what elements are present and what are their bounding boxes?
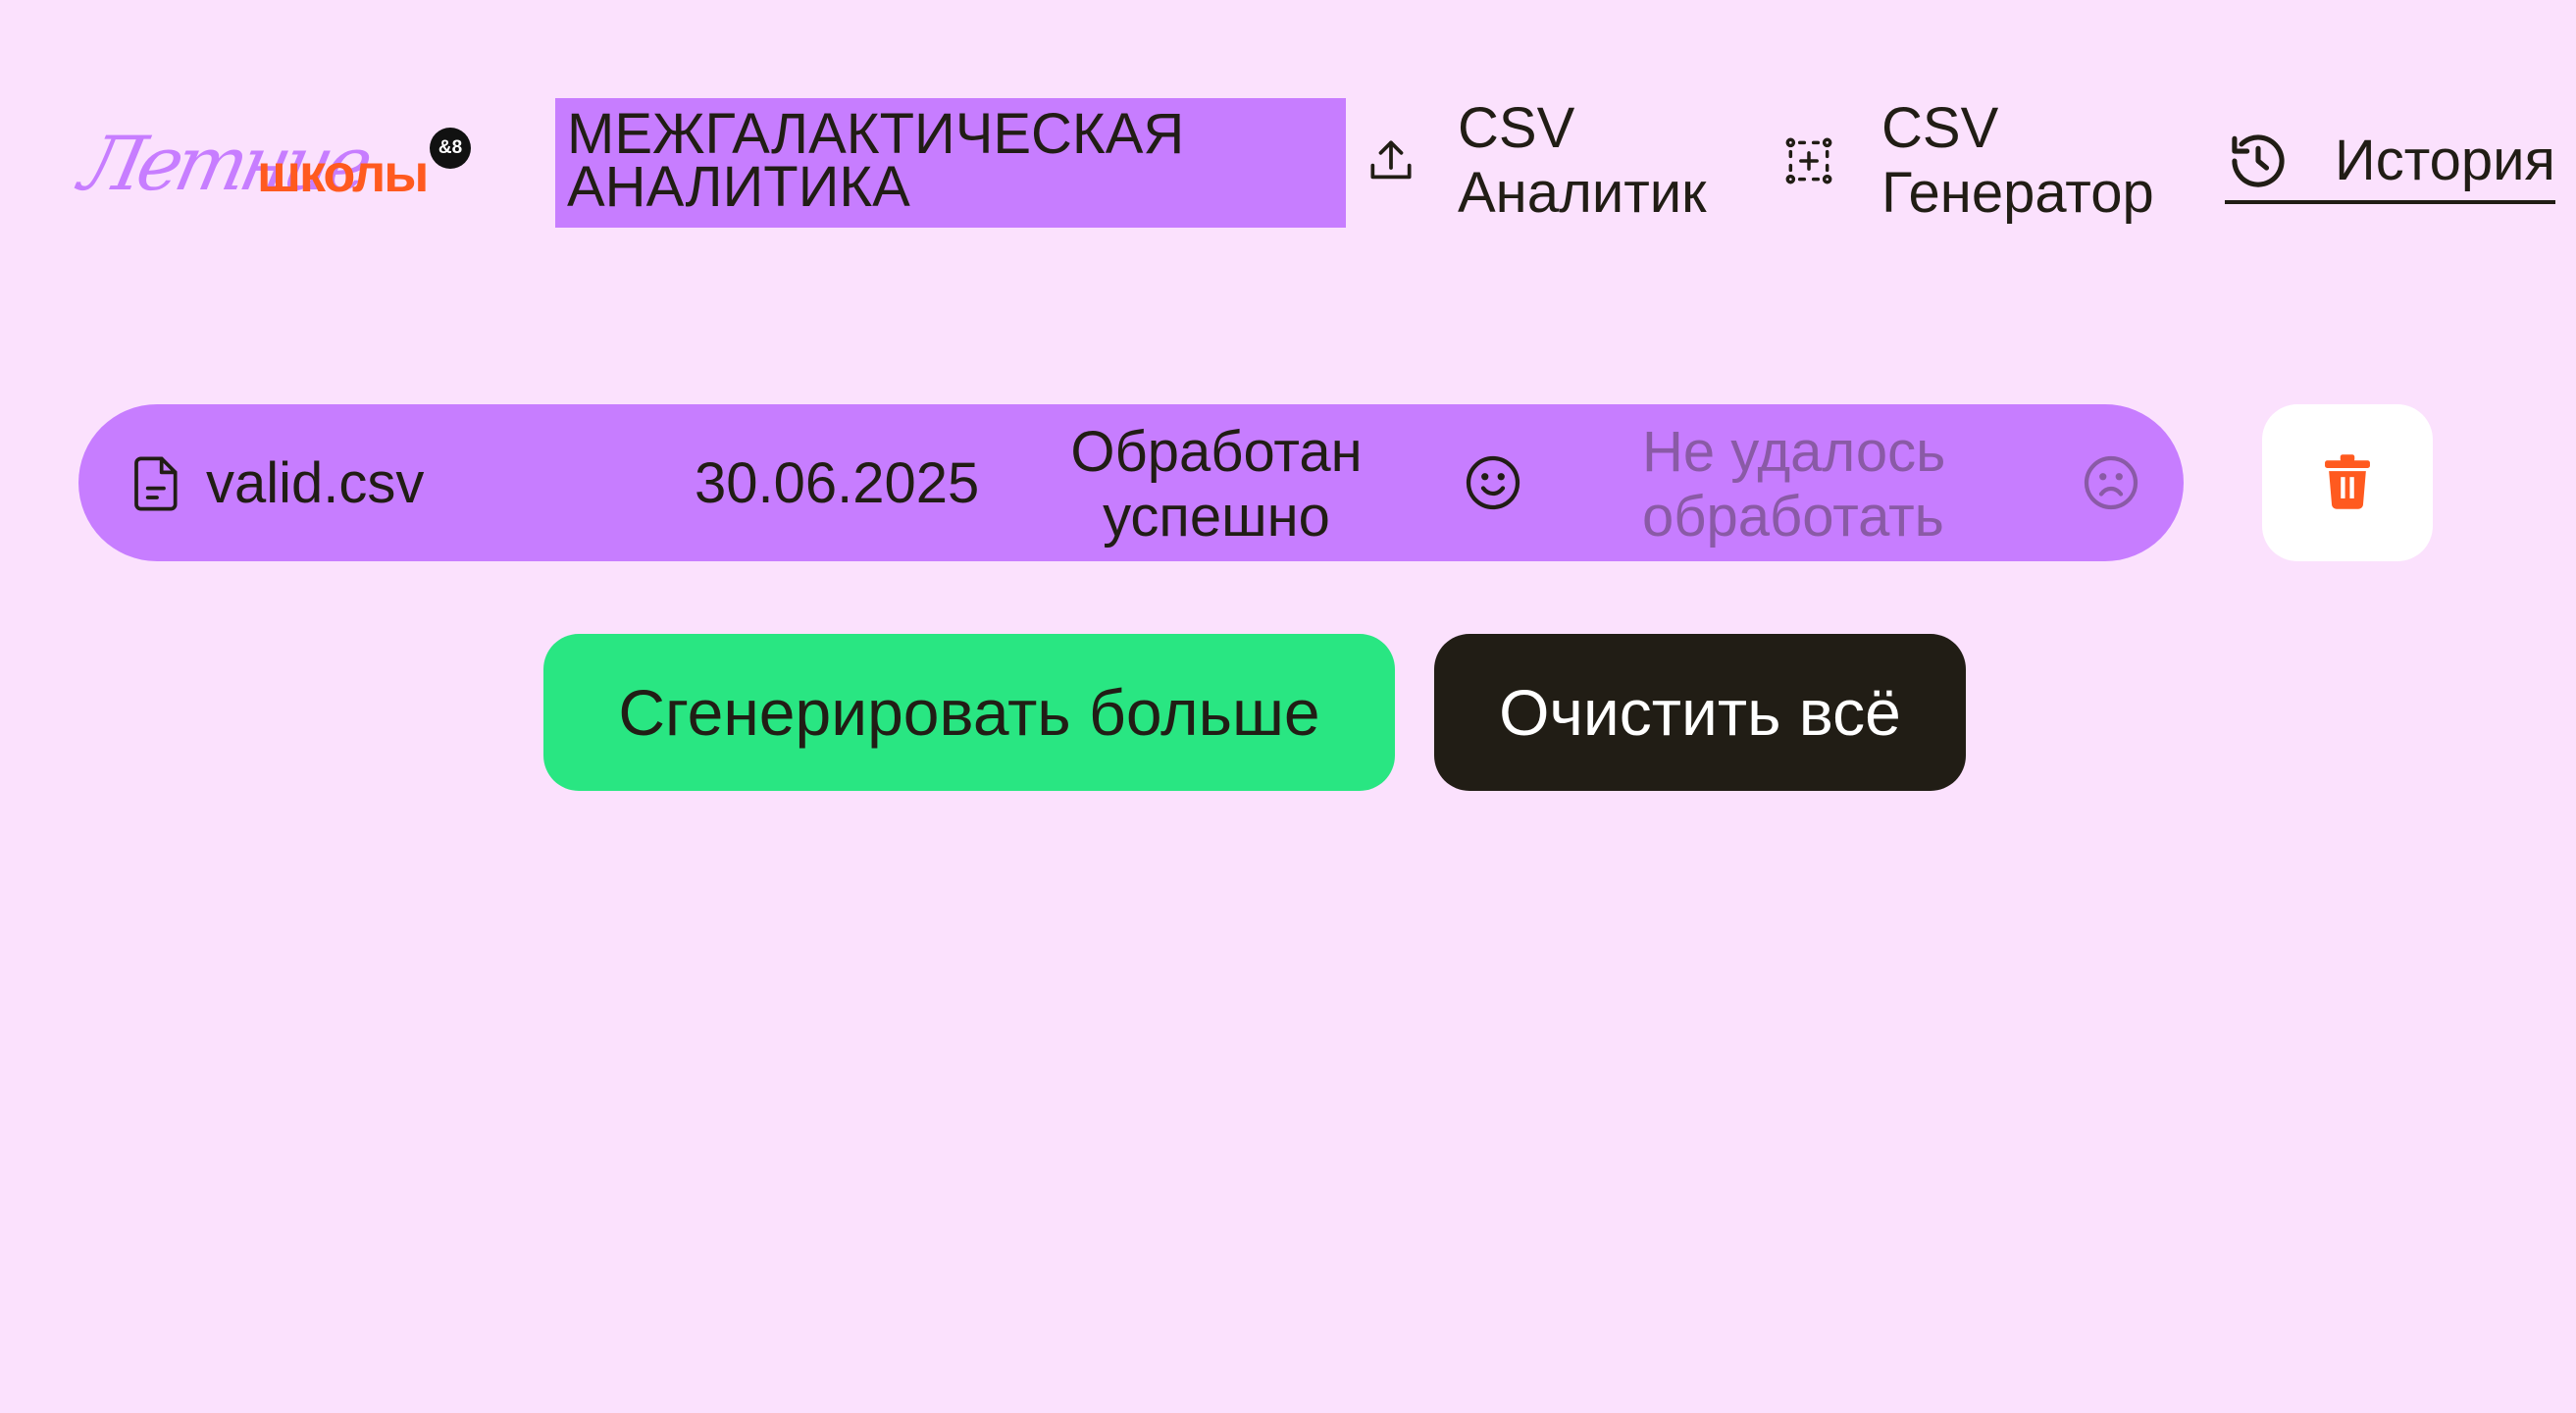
status-success-line1: Обработан	[1070, 420, 1363, 484]
nav-csv-analyst-line1: CSV	[1458, 96, 1575, 160]
page-title-line1: МЕЖГАЛАКТИЧЕСКАЯ	[567, 102, 1185, 166]
scan-plus-icon	[1781, 133, 1836, 188]
status-failed-line2: обработать	[1642, 485, 1944, 549]
clear-all-button[interactable]: Очистить всё	[1434, 634, 1966, 791]
nav-csv-generator-line1: CSV	[1881, 96, 1999, 160]
sad-face-icon[interactable]	[2082, 453, 2140, 512]
file-icon	[129, 453, 184, 514]
nav-csv-analyst-label: CSV Аналитик	[1458, 96, 1707, 226]
generate-more-button[interactable]: Сгенерировать больше	[543, 634, 1395, 791]
page-title-line2: АНАЛИТИКА	[567, 155, 910, 219]
smile-icon[interactable]	[1464, 453, 1522, 512]
nav-history-label: История	[2335, 129, 2555, 192]
logo-badge: &8	[430, 128, 471, 169]
history-clock-icon	[2225, 128, 2292, 194]
status-success-option[interactable]: Обработан успешно	[1069, 420, 1364, 550]
file-date: 30.06.2025	[695, 451, 980, 515]
history-item[interactable]: valid.csv 30.06.2025 Обработан успешно Н…	[78, 404, 2184, 561]
delete-button[interactable]	[2262, 404, 2433, 561]
page-title: МЕЖГАЛАКТИЧЕСКАЯ АНАЛИТИКА	[555, 98, 1346, 228]
nav-csv-analyst[interactable]: CSV Аналитик	[1364, 96, 1707, 226]
app-header: Летние школы &8 МЕЖГАЛАКТИЧЕСКАЯ АНАЛИТИ…	[0, 0, 2576, 324]
file-name: valid.csv	[206, 451, 425, 515]
status-failed-line1: Не удалось	[1642, 420, 1946, 484]
logo[interactable]: Летние школы &8	[74, 116, 475, 214]
status-success-line2: успешно	[1103, 485, 1330, 549]
nav-csv-analyst-line2: Аналитик	[1458, 161, 1707, 225]
trash-icon	[2323, 453, 2372, 513]
status-failed-option[interactable]: Не удалось обработать	[1642, 420, 1945, 550]
nav-csv-generator-label: CSV Генератор	[1881, 96, 2154, 226]
logo-bold-text: школы	[257, 144, 429, 203]
nav-csv-generator[interactable]: CSV Генератор	[1781, 96, 2154, 226]
upload-icon	[1364, 133, 1418, 188]
nav-history[interactable]: История	[2225, 126, 2555, 204]
nav-csv-generator-line2: Генератор	[1881, 161, 2154, 225]
